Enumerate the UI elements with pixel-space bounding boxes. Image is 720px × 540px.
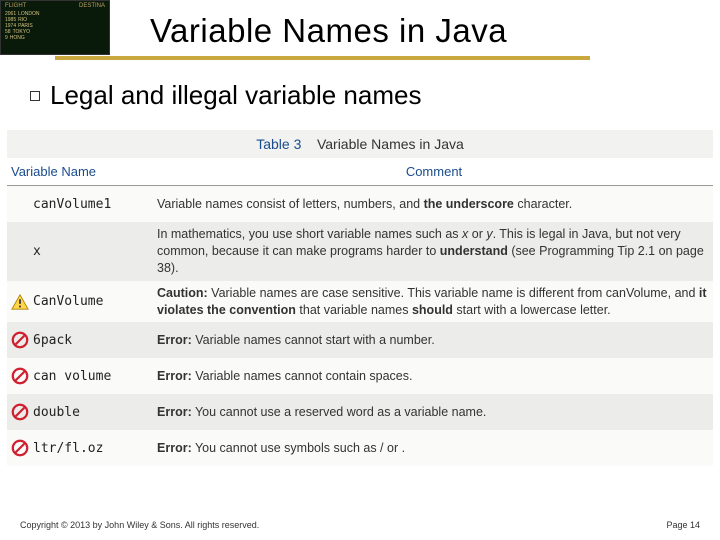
variable-name: 6pack (33, 329, 155, 352)
bullet-text: Legal and illegal variable names (50, 80, 421, 111)
variable-name: ltr/fl.oz (33, 437, 155, 460)
forbidden-icon (7, 367, 33, 385)
variable-name: CanVolume (33, 290, 155, 313)
comment-text: Variable names consist of letters, numbe… (155, 192, 713, 217)
table-row: xIn mathematics, you use short variable … (7, 222, 713, 281)
table-caption: Table 3 Variable Names in Java (7, 130, 713, 158)
comment-text: In mathematics, you use short variable n… (155, 222, 713, 281)
forbidden-icon (7, 439, 33, 457)
table-row: ltr/fl.ozError: You cannot use symbols s… (7, 430, 713, 466)
copyright: Copyright © 2013 by John Wiley & Sons. A… (20, 520, 259, 530)
comment-text: Error: You cannot use symbols such as / … (155, 436, 713, 461)
variable-name: x (33, 240, 155, 263)
table-row: 6packError: Variable names cannot start … (7, 322, 713, 358)
comment-text: Error: Variable names cannot contain spa… (155, 364, 713, 389)
title-underline (55, 56, 590, 60)
flight-board-row: 9HONG (1, 35, 109, 41)
flight-board-image: FLIGHT DESTINA 2061LONDON1985RIO1974PARI… (0, 0, 110, 55)
table-row: can volumeError: Variable names cannot c… (7, 358, 713, 394)
table-row: canVolume1Variable names consist of lett… (7, 186, 713, 222)
comment-text: Error: Variable names cannot start with … (155, 328, 713, 353)
page-number: Page 14 (666, 520, 700, 530)
table-header-col1: Variable Name (7, 158, 155, 185)
table-number: Table 3 (256, 136, 301, 152)
variable-name: canVolume1 (33, 193, 155, 216)
table-row: doubleError: You cannot use a reserved w… (7, 394, 713, 430)
variable-name: double (33, 401, 155, 424)
flight-board-head-right: DESTINA (79, 3, 105, 9)
page-title: Variable Names in Java (150, 12, 507, 50)
table-caption-title: Variable Names in Java (317, 136, 464, 152)
forbidden-icon (7, 331, 33, 349)
table-row: CanVolumeCaution: Variable names are cas… (7, 281, 713, 323)
comment-text: Error: You cannot use a reserved word as… (155, 400, 713, 425)
flight-board-head-left: FLIGHT (5, 3, 26, 9)
table-header-col2: Comment (155, 158, 713, 185)
bullet-icon (30, 91, 40, 101)
warning-icon (7, 293, 33, 311)
comment-text: Caution: Variable names are case sensiti… (155, 281, 713, 323)
table: Table 3 Variable Names in Java Variable … (7, 130, 713, 466)
table-header: Variable Name Comment (7, 158, 713, 186)
forbidden-icon (7, 403, 33, 421)
variable-name: can volume (33, 365, 155, 388)
